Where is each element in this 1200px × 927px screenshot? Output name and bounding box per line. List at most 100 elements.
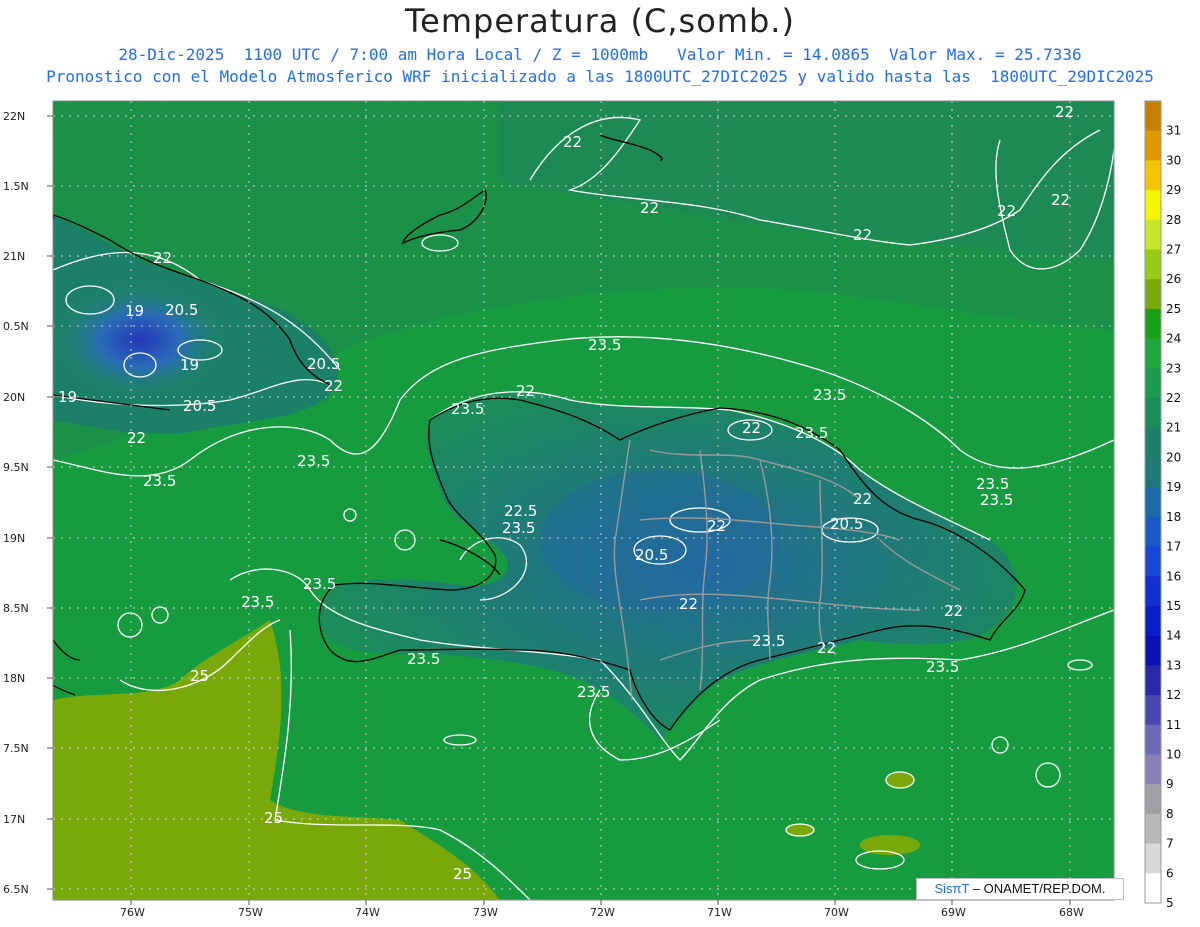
contour-label: 20.5 <box>165 301 198 319</box>
latitude-axis: 22N 1.5N 21N 0.5N 20N 9.5N 19N 8.5N 18N … <box>3 110 29 896</box>
contour-label: 22 <box>707 517 726 535</box>
contour-label: 22 <box>742 419 761 437</box>
colorbar-label: 31 <box>1166 124 1181 138</box>
contour-label: 22 <box>127 429 146 447</box>
lon-label: 74W <box>355 906 380 919</box>
colorbar-label: 13 <box>1166 658 1181 672</box>
colorbar-swatch <box>1145 784 1161 815</box>
colorbar-swatch <box>1145 368 1161 399</box>
colorbar-label: 29 <box>1166 183 1181 197</box>
lon-ticks <box>130 900 1071 905</box>
contour-label: 19 <box>125 302 144 320</box>
colorbar-swatch <box>1145 130 1161 161</box>
contour-label: 22 <box>1055 103 1074 121</box>
colorbar-swatch <box>1145 398 1161 429</box>
colorbar-swatch <box>1145 843 1161 874</box>
contour-label: 23.5 <box>303 575 336 593</box>
lat-label: 6.5N <box>3 883 29 896</box>
colorbar-label: 30 <box>1166 153 1181 167</box>
colorbar-swatch <box>1145 219 1161 251</box>
colorbar-swatch <box>1145 605 1161 637</box>
contour-label: 23.5 <box>980 491 1013 509</box>
contour-label: 22 <box>853 490 872 508</box>
lon-label: 72W <box>590 906 615 919</box>
contour-label: 22 <box>563 133 582 151</box>
hispaniola-cold-core <box>540 470 780 610</box>
lat-label: 20N <box>3 391 25 404</box>
colorbar-label: 10 <box>1166 747 1181 761</box>
colorbar-swatch <box>1145 635 1161 666</box>
lon-label: 69W <box>941 906 966 919</box>
contour-label: 23.5 <box>588 336 621 354</box>
colorbar-label: 19 <box>1166 480 1181 494</box>
colorbar-label: 18 <box>1166 510 1181 524</box>
contour-label: 23.5 <box>577 683 610 701</box>
contour-label: 25 <box>190 667 209 685</box>
colorbar-swatch <box>1145 516 1161 548</box>
colorbar-swatch <box>1145 724 1161 755</box>
colorbar-label: 5 <box>1166 896 1174 910</box>
credit-text: – ONAMET/REP.DOM. <box>972 881 1106 896</box>
contour-label: 22 <box>1051 191 1070 209</box>
lat-ticks <box>47 115 53 890</box>
lon-label: 73W <box>473 906 498 919</box>
contour-label: 25 <box>264 809 283 827</box>
colorbar-label: 25 <box>1166 302 1181 316</box>
colorbar-swatch <box>1145 665 1161 696</box>
longitude-axis: 76W 75W 74W 73W 72W 71W 70W 69W 68W <box>120 906 1084 919</box>
contour-label: 22 <box>997 202 1016 220</box>
colorbar-label: 20 <box>1166 450 1181 464</box>
colorbar-label: 9 <box>1166 777 1174 791</box>
contour-label: 22 <box>944 602 963 620</box>
colorbar-swatch <box>1145 546 1161 577</box>
colorbar-swatch <box>1145 873 1161 904</box>
contour-label: 22 <box>516 382 535 400</box>
colorbar-swatch <box>1145 487 1161 518</box>
colorbar-label: 6 <box>1166 866 1174 880</box>
lon-label: 75W <box>238 906 263 919</box>
contour-label: 20.5 <box>183 397 216 415</box>
lat-label: 1.5N <box>3 180 29 193</box>
lat-label: 18N <box>3 672 25 685</box>
contour-label: 22 <box>153 249 172 267</box>
contour-label: 22 <box>679 595 698 613</box>
contour-label: 23.5 <box>143 472 176 490</box>
lat-label: 0.5N <box>3 320 29 333</box>
colorbar-label: 24 <box>1166 332 1181 346</box>
colorbar-label: 15 <box>1166 599 1181 613</box>
contour-label: 22.5 <box>504 502 537 520</box>
lat-label: 17N <box>3 813 25 826</box>
sispit-logo: SisπT <box>934 881 970 896</box>
contour-label: 25 <box>453 865 472 883</box>
lat-label: 9.5N <box>3 461 29 474</box>
colorbar-swatch <box>1145 695 1161 726</box>
contour-label: 20.5 <box>830 515 863 533</box>
contour-label: 23.5 <box>407 650 440 668</box>
colorbar-swatch <box>1145 338 1161 369</box>
contour-label: 23.5 <box>926 658 959 676</box>
contour-label: 22 <box>324 377 343 395</box>
contour-label: 23.5 <box>752 632 785 650</box>
contour-label: 19 <box>180 356 199 374</box>
lat-label: 19N <box>3 532 25 545</box>
colorbar-label: 27 <box>1166 243 1181 257</box>
credit-box: SisπT – ONAMET/REP.DOM. <box>916 878 1124 900</box>
contour-label: 23.5 <box>297 452 330 470</box>
colorbar-label: 21 <box>1166 421 1181 435</box>
colorbar-swatch <box>1145 308 1161 340</box>
colorbar-swatch <box>1145 101 1161 132</box>
colorbar-label: 7 <box>1166 837 1174 851</box>
contour-label: 23.5 <box>795 424 828 442</box>
colorbar-swatch <box>1145 457 1161 488</box>
colorbar-swatch <box>1145 813 1161 845</box>
contour-label: 20.5 <box>307 355 340 373</box>
colorbar-swatch <box>1145 427 1161 458</box>
lat-label: 8.5N <box>3 602 29 615</box>
colorbar-label: 8 <box>1166 807 1174 821</box>
lon-label: 71W <box>707 906 732 919</box>
contour-label: 23.5 <box>502 519 535 537</box>
lat-label: 22N <box>3 110 25 123</box>
colorbar-label: 26 <box>1166 272 1181 286</box>
colorbar-label: 12 <box>1166 688 1181 702</box>
colorbar-swatch <box>1145 190 1161 221</box>
